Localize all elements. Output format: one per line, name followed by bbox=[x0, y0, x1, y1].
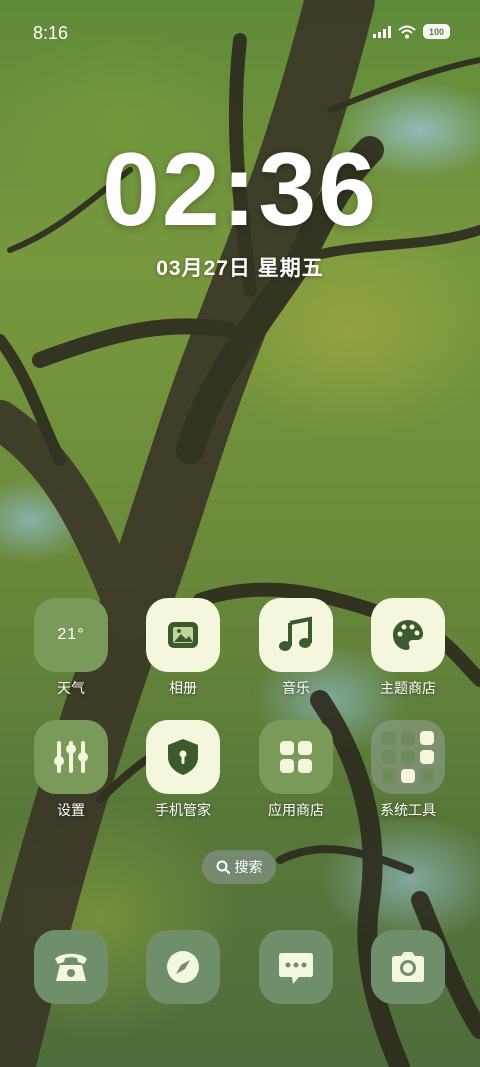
app-grid-icon bbox=[280, 741, 312, 773]
camera-icon bbox=[392, 952, 424, 982]
clock-time[interactable]: 02:36 bbox=[0, 138, 480, 242]
app-theme-store[interactable]: 主题商店 bbox=[358, 598, 458, 698]
clock-date[interactable]: 03月27日 星期五 bbox=[0, 252, 480, 282]
wifi-icon bbox=[398, 25, 416, 38]
folder-app-icon bbox=[382, 750, 396, 764]
app-label: 设置 bbox=[57, 802, 85, 818]
battery-level: 100 bbox=[428, 26, 445, 37]
folder-icon[interactable] bbox=[371, 720, 445, 794]
app-label: 手机管家 bbox=[155, 802, 211, 818]
dock-camera[interactable] bbox=[358, 930, 458, 1004]
compass-icon bbox=[167, 951, 199, 983]
app-label: 相册 bbox=[169, 680, 197, 696]
search-icon bbox=[216, 860, 230, 874]
telephone-icon bbox=[55, 953, 87, 981]
folder-app-icon bbox=[382, 769, 396, 783]
search-button[interactable]: 搜索 bbox=[202, 850, 276, 884]
palette-icon bbox=[393, 620, 423, 650]
chat-bubble-icon bbox=[279, 953, 313, 984]
app-label: 主题商店 bbox=[380, 680, 436, 696]
status-time: 8:16 bbox=[33, 23, 69, 43]
app-label: 系统工具 bbox=[380, 802, 436, 818]
status-icons: 100 bbox=[373, 24, 450, 39]
search-label: 搜索 bbox=[234, 859, 263, 875]
app-music[interactable]: 音乐 bbox=[246, 598, 346, 698]
folder-contents bbox=[382, 731, 434, 783]
folder-app-icon bbox=[420, 750, 434, 764]
weather-widget[interactable]: 21° bbox=[34, 598, 108, 672]
status-bar: 8:16 100 bbox=[0, 0, 480, 68]
dock-phone[interactable] bbox=[21, 930, 121, 1004]
app-phone-manager[interactable]: 手机管家 bbox=[133, 720, 233, 820]
app-label: 应用商店 bbox=[268, 802, 324, 818]
signal-icon bbox=[373, 25, 391, 38]
shield-icon bbox=[168, 739, 198, 775]
folder-app-icon bbox=[401, 731, 415, 745]
folder-app-icon bbox=[420, 769, 434, 783]
dock-messages[interactable] bbox=[246, 930, 346, 1004]
weather-temp: 21° bbox=[57, 626, 85, 643]
folder-app-icon bbox=[382, 731, 396, 745]
battery-icon: 100 bbox=[423, 24, 450, 39]
app-label: 天气 bbox=[57, 680, 85, 696]
gallery-icon bbox=[168, 622, 198, 648]
app-system-tools-folder[interactable]: 系统工具 bbox=[358, 720, 458, 820]
app-gallery[interactable]: 相册 bbox=[133, 598, 233, 698]
app-weather[interactable]: 21° 天气 bbox=[21, 598, 121, 698]
app-settings[interactable]: 设置 bbox=[21, 720, 121, 820]
app-app-store[interactable]: 应用商店 bbox=[246, 720, 346, 820]
folder-app-icon bbox=[401, 750, 415, 764]
folder-app-icon bbox=[420, 731, 434, 745]
music-note-icon bbox=[279, 616, 312, 651]
dock-browser[interactable] bbox=[133, 930, 233, 1004]
sliders-icon bbox=[54, 741, 88, 773]
app-label: 音乐 bbox=[282, 680, 310, 696]
folder-app-icon bbox=[401, 769, 415, 783]
